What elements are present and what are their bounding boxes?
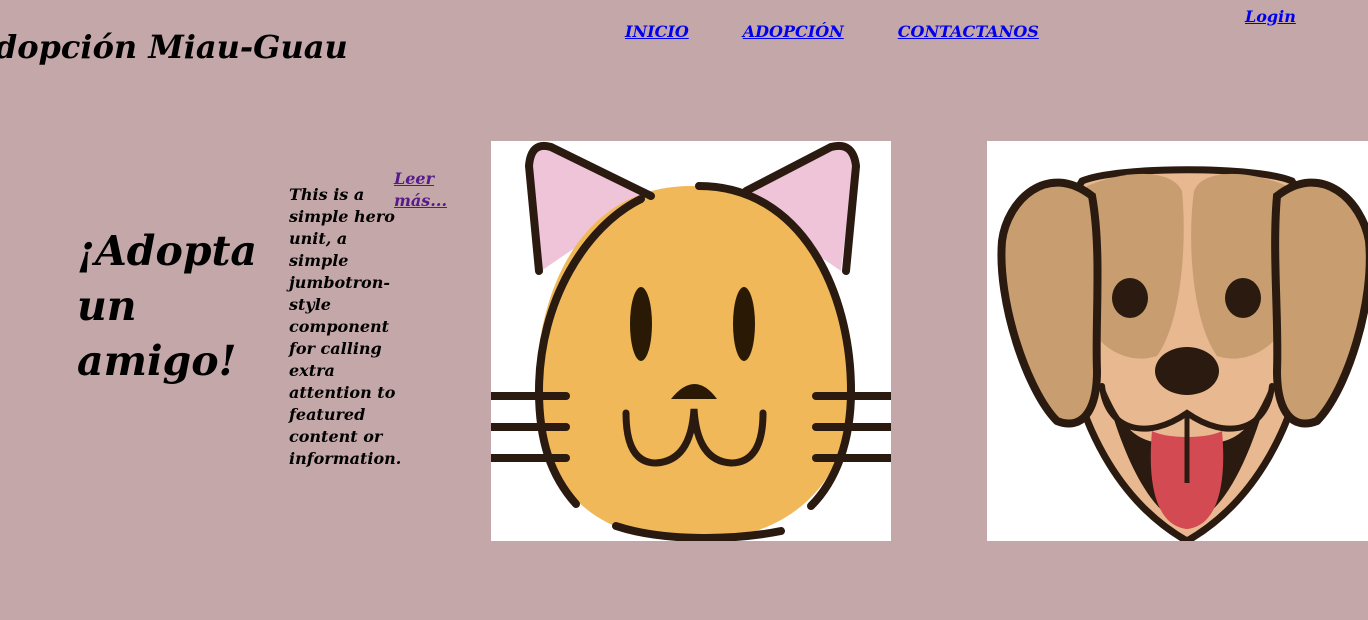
cat-image (491, 141, 891, 541)
hero-heading: ¡Adopta un amigo! (77, 227, 257, 385)
nav-link-contactanos[interactable]: CONTACTANOS (898, 22, 1039, 41)
nav-link-inicio[interactable]: INICIO (625, 22, 689, 41)
page: Adopción Miau-Guau INICIO ADOPCIÓN CONTA… (0, 0, 1368, 620)
site-title: Adopción Miau-Guau (0, 28, 348, 66)
dog-face-icon (997, 166, 1368, 541)
read-more-link[interactable]: Leer más... (394, 168, 454, 212)
dog-image (987, 141, 1368, 541)
nav-link-adopcion[interactable]: ADOPCIÓN (743, 22, 844, 41)
login-link[interactable]: Login (1245, 7, 1296, 26)
hero-description: This is a simple hero unit, a simple jum… (289, 185, 402, 468)
cat-face-icon (491, 141, 891, 541)
main-nav: INICIO ADOPCIÓN CONTACTANOS (625, 22, 1039, 41)
